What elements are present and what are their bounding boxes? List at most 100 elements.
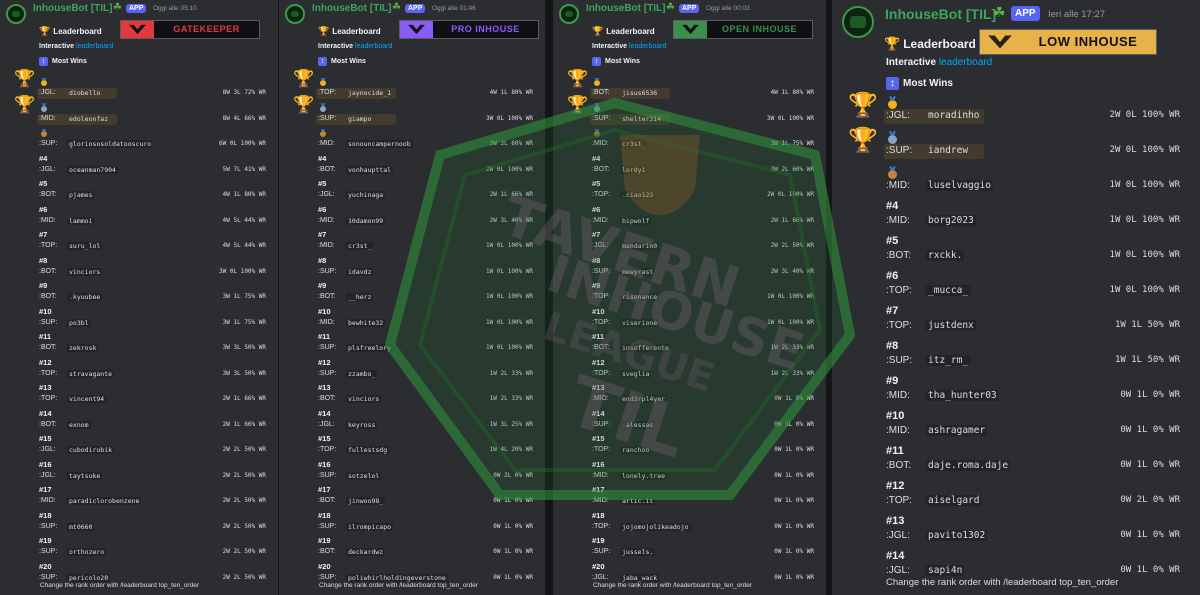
leaderboard-title: Leaderboard [332, 27, 381, 36]
bronze-medal-icon [594, 131, 600, 137]
message-timestamp: Oggi alle 01:46 [432, 5, 476, 12]
rank-number: #13 [39, 383, 52, 392]
leaderboard-entry: #6:MID: bipwolf 2W 1L 66% WR [553, 205, 826, 231]
player-name: idavdz [346, 267, 374, 276]
gold-medal-icon [594, 80, 600, 86]
rank-number: #13 [592, 383, 605, 392]
player-role: :SUP: [318, 344, 337, 351]
leaderboard-message-2: InhouseBot [TIL] ☘ APP Oggi alle 01:46 🏆 Lead… [279, 0, 545, 595]
inhouse-banner[interactable]: LOW INHOUSE [979, 29, 1157, 55]
inhouse-banner[interactable]: GATEKEEPER [120, 20, 260, 39]
leaderboard-link[interactable]: leaderboard [76, 43, 113, 50]
player-role: :JGL: [592, 242, 609, 249]
leaderboard-entry: #16:JGL: taytsuke 2W 2L 50% WR [0, 460, 278, 486]
bot-name[interactable]: InhouseBot [TIL] [312, 3, 391, 14]
trophy-icon: 🏆 [293, 94, 315, 115]
leaderboard-entry: #4:MID: borg2023 1W 0L 100% WR [832, 200, 1200, 235]
player-stats: 2W 3L 40% WR [770, 267, 814, 275]
leaderboard-title-row: 🏆 Leaderboard [39, 22, 102, 41]
player-stats: 0W 1L 0% WR [1120, 530, 1180, 540]
player-role: :SUP: [39, 522, 58, 530]
rank-number: #20 [592, 561, 605, 571]
leaderboard-entry: 🏆:SUP: shelter314 3W 0L 100% WR [553, 95, 826, 129]
leaderboard-entry: :MID: luselvaggio 1W 0L 100% WR [832, 165, 1200, 200]
inhouse-banner[interactable]: PRO INHOUSE [399, 20, 539, 39]
interactive-label: Interactive [39, 43, 75, 50]
bot-name[interactable]: InhouseBot [TIL] [586, 3, 665, 14]
rank-number: #4 [318, 153, 327, 163]
leaderboard-entry: #5:BOT: pjames 4W 1L 80% WR [0, 179, 278, 205]
rank-number: #7 [39, 230, 48, 239]
player-name: cr3st_ [346, 242, 374, 250]
rank-number: #9 [886, 375, 899, 387]
player-name: diobello [69, 89, 101, 97]
leaderboard-entry: #13:MID: end3rpl4yer 0W 1L 0% WR [553, 383, 826, 409]
player-name: mandarin0 [620, 242, 660, 250]
leaderboard-link[interactable]: leaderboard [629, 43, 666, 50]
up-down-arrow-icon: ↕ [592, 57, 601, 66]
up-down-arrow-icon: ↕ [886, 77, 899, 90]
player-name: daje.roma.daje [926, 460, 1011, 471]
bot-avatar-icon[interactable] [559, 4, 579, 24]
player-name: jussels. [620, 548, 656, 556]
player-name: sotzelol [346, 471, 382, 480]
player-name: end3rpl4yer [620, 395, 668, 403]
player-stats: 3W 1L 75% WR [222, 318, 266, 326]
inhouse-banner[interactable]: OPEN INHOUSE [673, 20, 813, 39]
player-stats: 0W 1L 0% WR [1120, 460, 1180, 470]
player-name: rxckk. [926, 250, 965, 261]
bot-avatar-icon[interactable] [285, 4, 305, 24]
leaderboard-entry: #14:JGL: keyross 1W 3L 25% WR [279, 409, 545, 435]
player-name: iandrew [928, 145, 969, 156]
plant-icon: ☘ [113, 2, 122, 13]
player-name: yuchinaga [346, 191, 386, 199]
leaderboard-title: Leaderboard [606, 27, 655, 36]
player-stats: 4W 1L 80% WR [222, 191, 266, 198]
player-role: :BOT: [592, 89, 610, 96]
player-stats: 0W 1L 0% WR [493, 497, 533, 504]
trophy-icon: 🏆 [884, 36, 901, 52]
rank-number: #12 [592, 357, 605, 367]
player-stats: 0W 1L 0% WR [774, 548, 814, 555]
rank-number: #18 [592, 510, 605, 520]
plant-icon: ☘ [666, 2, 675, 13]
leaderboard-link[interactable]: leaderboard [355, 43, 392, 50]
rank-number: #15 [592, 434, 605, 443]
player-stats: 3W 2L 60% WR [489, 140, 533, 147]
leaderboard-entry: #9:MID: tha_hunter03 0W 1L 0% WR [832, 375, 1200, 410]
player-name: jinwoo98_ [346, 497, 386, 505]
rank-number: #7 [886, 305, 899, 317]
rank-number: #16 [39, 459, 52, 469]
player-name: viserione [620, 318, 660, 327]
player-name: pjames [67, 191, 95, 199]
bot-avatar-icon[interactable] [6, 4, 26, 24]
bot-avatar-icon[interactable] [842, 6, 874, 38]
rank-number: #14 [318, 408, 331, 418]
leaderboard-entry: #4:JGL: oceanman7904 5W 7L 41% WR [0, 154, 278, 180]
player-role: :SUP: [39, 140, 58, 147]
interactive-label: Interactive [592, 43, 628, 50]
player-stats: 0W 1L 0% WR [774, 497, 814, 504]
player-stats: 0W 1L 0% WR [774, 471, 814, 479]
leaderboard-link[interactable]: leaderboard [939, 57, 992, 68]
bot-name[interactable]: InhouseBot [TIL] [33, 3, 112, 14]
player-role: :BOT: [592, 165, 610, 173]
player-stats: 2W 1L 66% WR [222, 395, 266, 402]
player-role: :TOP: [39, 369, 58, 377]
leaderboard-entry: #7:TOP: justdenx 1W 1L 50% WR [832, 305, 1200, 340]
leaderboard-entry: #13:TOP: vincent94 2W 1L 66% WR [0, 383, 278, 409]
player-role: :SUP: [318, 471, 337, 479]
player-role: :MID: [39, 114, 56, 122]
leaderboard-entry: #18:SUP: ilrompicapo 0W 1L 0% WR [279, 511, 545, 537]
player-name: jaynocide_1 [348, 89, 392, 97]
silver-medal-icon [888, 135, 897, 144]
rank-number: #11 [318, 332, 331, 341]
rank-number: #8 [318, 255, 327, 265]
player-stats: 0W 1L 0% WR [493, 548, 533, 555]
player-name: sveglia [620, 369, 652, 378]
player-role: :SUP: [886, 355, 913, 366]
player-stats: 3W 3L 50% WR [222, 369, 266, 377]
bot-name[interactable]: InhouseBot [TIL] [885, 6, 996, 22]
player-role: :BOT: [592, 344, 610, 351]
rank-number: #9 [39, 281, 48, 290]
